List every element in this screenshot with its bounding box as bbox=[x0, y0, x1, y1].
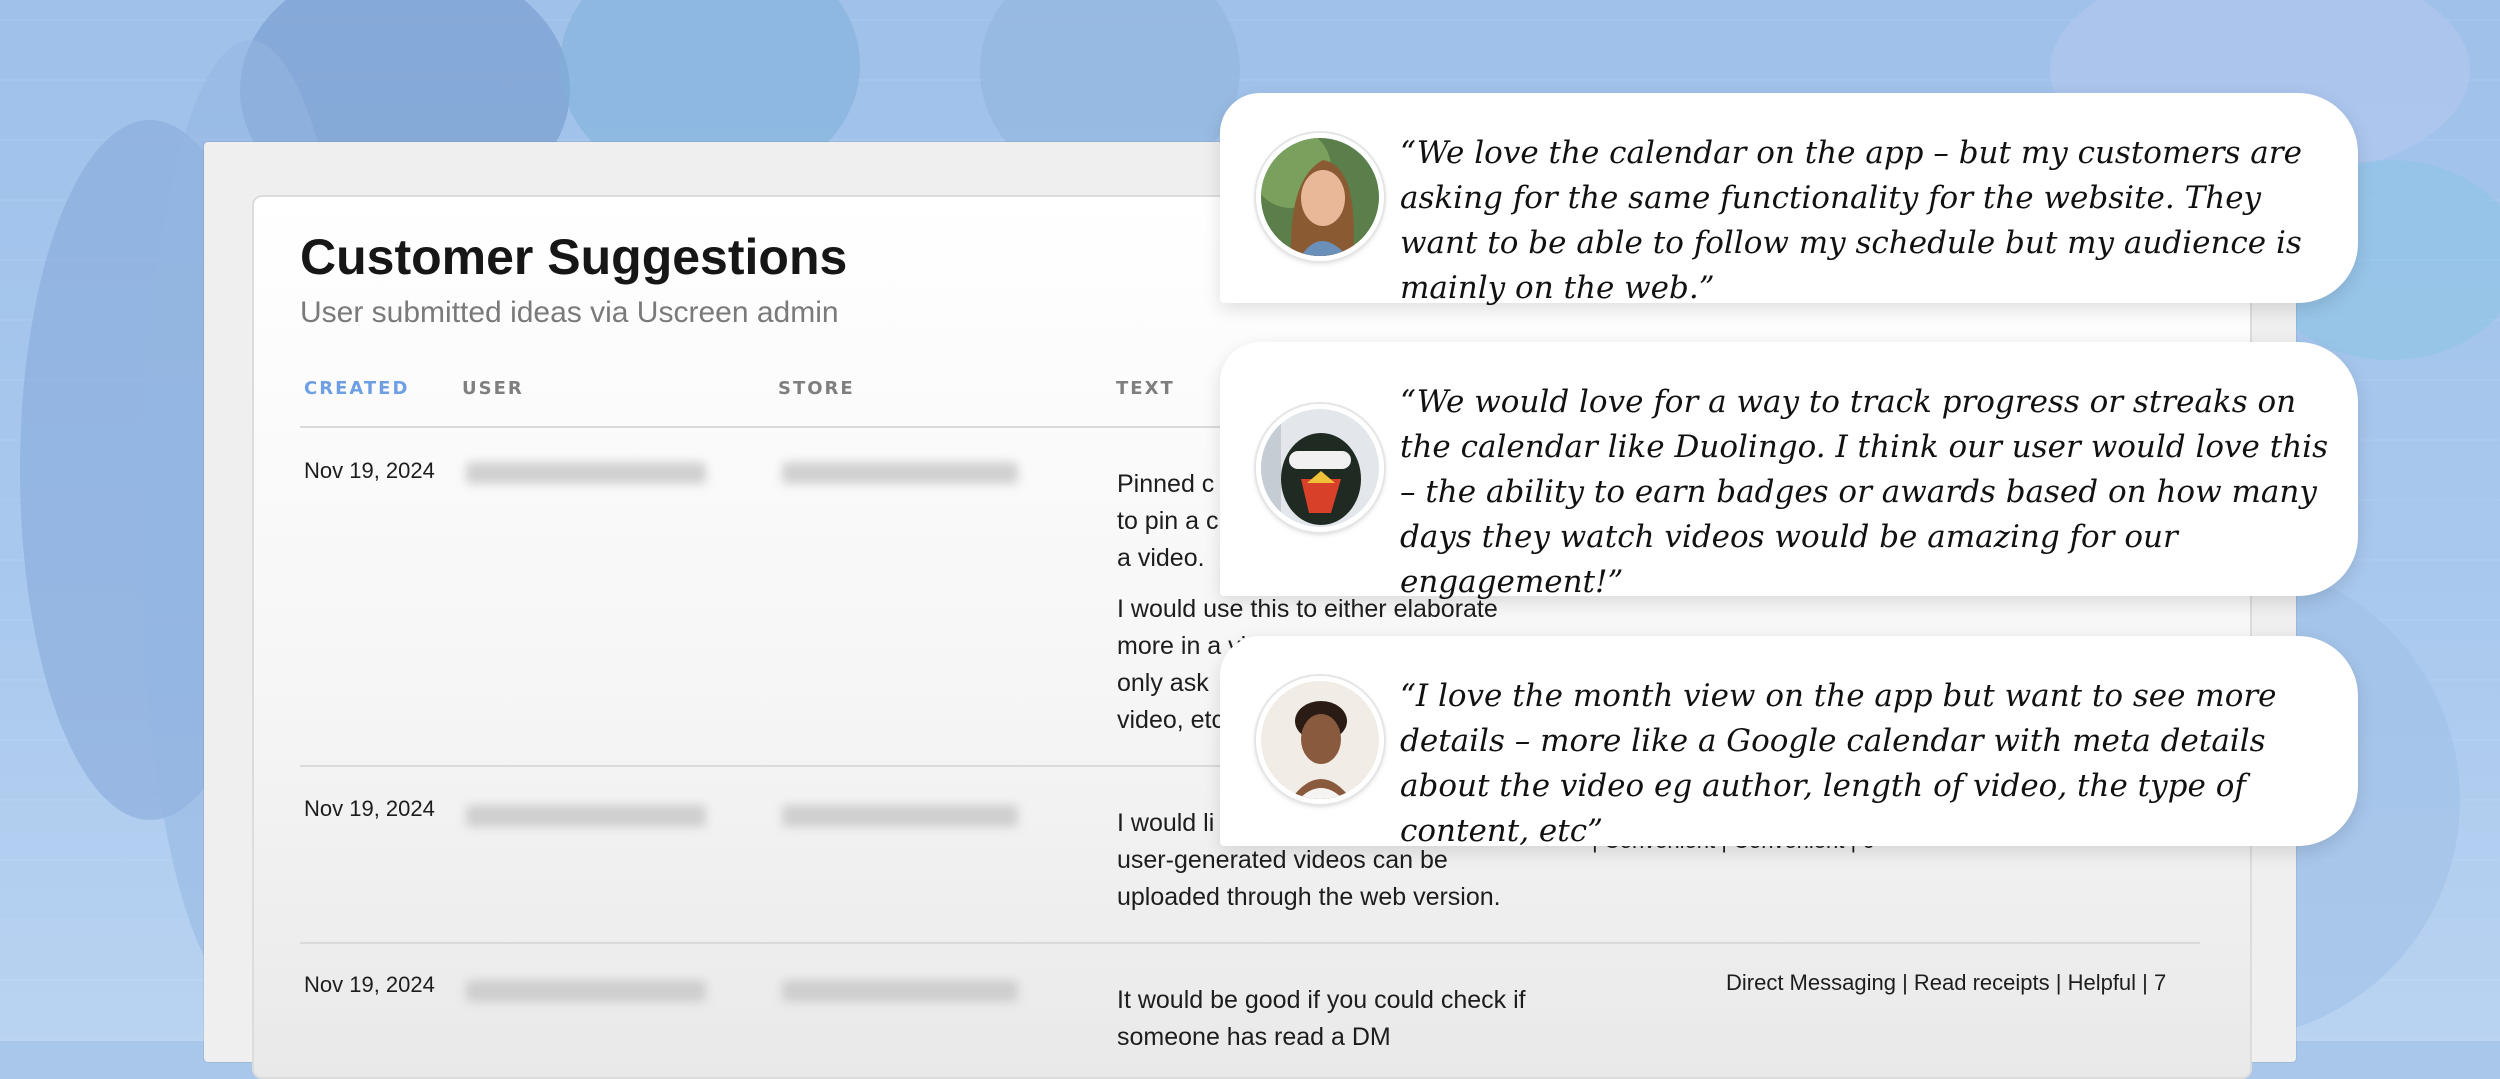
testimonial-quote: “We would love for a way to track progre… bbox=[1400, 384, 2329, 600]
suggestion-text-line: uploaded through the web version. bbox=[1117, 883, 1501, 911]
testimonial-quote: “We love the calendar on the app – but m… bbox=[1400, 135, 2302, 306]
redacted-store bbox=[782, 462, 1018, 484]
redacted-store bbox=[782, 805, 1018, 827]
testimonial-quote: “I love the month view on the app but wa… bbox=[1400, 678, 2277, 849]
skier-goggles-avatar bbox=[1256, 404, 1384, 532]
suggestion-text-line: Pinned c bbox=[1117, 470, 1215, 498]
suggestion-text-line: video, etc bbox=[1117, 706, 1225, 734]
woman-long-hair-avatar bbox=[1256, 133, 1384, 261]
page-title: Customer Suggestions bbox=[300, 229, 848, 285]
testimonial-bubble: “We would love for a way to track progre… bbox=[1220, 342, 2358, 600]
suggestion-tags: Direct Messaging | Read receipts | Helpf… bbox=[1726, 970, 2167, 995]
redacted-user bbox=[466, 805, 706, 827]
column-header-text[interactable]: TEXT bbox=[1116, 378, 1175, 399]
suggestion-text-line: to pin a c bbox=[1117, 507, 1219, 535]
redacted-user bbox=[466, 462, 706, 484]
suggestion-text-line: a video. bbox=[1117, 544, 1205, 572]
redacted-user bbox=[466, 980, 706, 1002]
suggestion-text-line: I would li bbox=[1117, 809, 1215, 837]
created-date: Nov 19, 2024 bbox=[304, 796, 435, 821]
column-header-store[interactable]: STORE bbox=[778, 378, 855, 399]
suggestion-text-line: only ask bbox=[1117, 669, 1209, 697]
woman-smiling-avatar bbox=[1256, 676, 1384, 804]
testimonial-bubble: “We love the calendar on the app – but m… bbox=[1220, 93, 2358, 306]
testimonial-bubble: “I love the month view on the app but wa… bbox=[1220, 636, 2358, 849]
created-date: Nov 19, 2024 bbox=[304, 972, 435, 997]
column-header-created[interactable]: CREATED bbox=[304, 378, 409, 399]
column-header-user[interactable]: USER bbox=[462, 378, 524, 399]
page-subtitle: User submitted ideas via Uscreen admin bbox=[300, 296, 839, 329]
created-date: Nov 19, 2024 bbox=[304, 458, 435, 483]
suggestion-text-line: It would be good if you could check if bbox=[1117, 986, 1526, 1014]
redacted-store bbox=[782, 980, 1018, 1002]
row-divider bbox=[300, 942, 2200, 944]
suggestion-text-line: someone has read a DM bbox=[1117, 1023, 1391, 1051]
suggestion-text-line: user-generated videos can be bbox=[1117, 846, 1448, 874]
